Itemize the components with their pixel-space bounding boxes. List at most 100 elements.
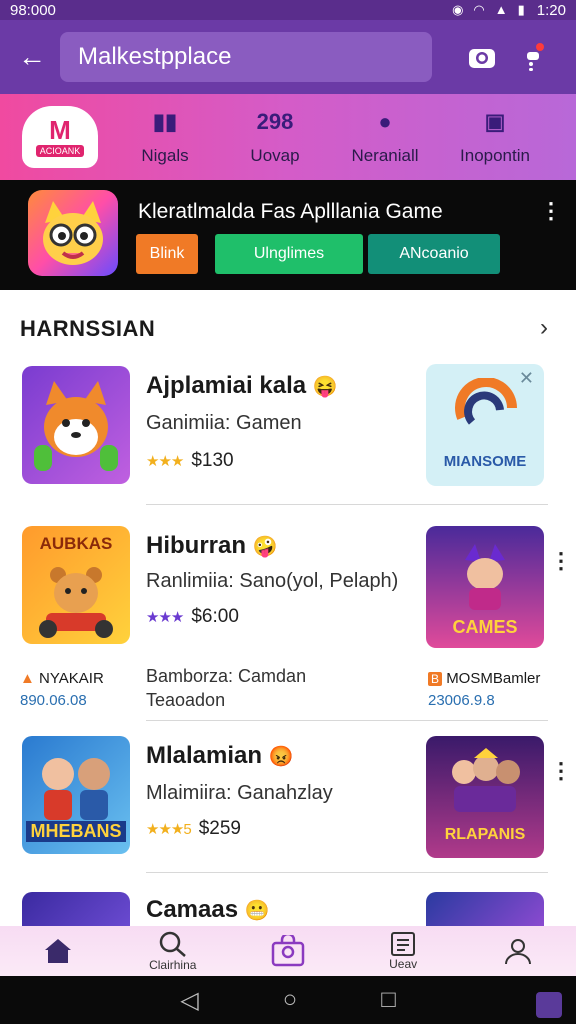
app-thumbnail[interactable]: [22, 892, 130, 926]
promo-button-ancoanio[interactable]: ANcoanio: [368, 234, 500, 274]
app-subtitle: Ganimiia: Gamen: [146, 412, 302, 434]
app-price: $259: [198, 818, 241, 839]
app-switcher-icon[interactable]: [536, 992, 562, 1018]
nav-search[interactable]: Clairhina: [115, 930, 230, 972]
right-card-price: 23006.9.8: [428, 692, 495, 709]
category-label: Nigals: [141, 146, 189, 165]
thumb-title: MHEBANS: [26, 821, 126, 842]
section-more-button[interactable]: ›: [540, 314, 548, 342]
game-card[interactable]: CAMES: [426, 526, 544, 648]
recents-square-icon[interactable]: □: [381, 986, 396, 1014]
category-label: Inopontin: [460, 146, 530, 165]
ad-logo-icon: [455, 378, 517, 425]
status-icons: ◉ ◠ ▲ ▮: [452, 2, 525, 18]
app-meta: ★★★ $6:00: [146, 606, 239, 628]
bottom-nav: Clairhina Ueav: [0, 926, 576, 976]
row-subtitle: Bamborza: Camdan: [146, 666, 307, 686]
promo-button-ulnglimes[interactable]: Ulnglimes: [215, 234, 363, 274]
nav-label: Clairhina: [149, 958, 197, 972]
search-icon: [159, 931, 186, 957]
app-subtitle: Mlaimiira: Ganahzlay: [146, 782, 333, 804]
bear-character-icon: [39, 567, 113, 638]
number-icon: 298: [256, 109, 294, 134]
nav-list[interactable]: Ueav: [346, 931, 461, 971]
category-label: Uovap: [250, 146, 300, 165]
nigals-icon: ▮▮: [152, 109, 178, 134]
camera-button[interactable]: [466, 41, 498, 73]
app-thumbnail[interactable]: [22, 366, 130, 484]
left-card-price: 890.06.08: [20, 692, 87, 709]
cat-character-icon: [43, 201, 103, 265]
more-options-button[interactable]: ⋮: [550, 548, 572, 574]
status-time-right: 1:20: [536, 1, 566, 19]
brand-logo-sub: ACIOANK: [35, 145, 85, 157]
app-name[interactable]: Ajplamiai kala 😝: [146, 372, 338, 400]
rating-stars: ★★★: [146, 609, 184, 626]
warning-icon: ▲: [20, 670, 35, 687]
sync-icon: ◉: [452, 2, 464, 17]
category-strip: M ACIOANK ▮▮ Nigals 298 Uovap ● Neranial…: [0, 94, 576, 180]
category-item-nigals[interactable]: ▮▮ Nigals: [110, 108, 220, 166]
app-emoji-icon: 😬: [244, 900, 270, 922]
status-time-left: 98:000: [10, 1, 56, 19]
status-bar: 98:000 ◉ ◠ ▲ ▮ 1:20: [0, 0, 576, 20]
app-name[interactable]: Camaas 😬: [146, 896, 270, 924]
list-icon: [391, 932, 416, 956]
system-nav: ◁ ○ □: [0, 976, 576, 1024]
wifi-icon: ◠: [473, 2, 485, 17]
category-item-inopontin[interactable]: ▣ Inopontin: [440, 108, 550, 166]
ad-card[interactable]: ✕ MIANSOME: [426, 364, 544, 486]
promo-menu-button[interactable]: ⋮: [540, 198, 562, 224]
app-bar: ← Malkestpplace: [0, 20, 576, 94]
app-name[interactable]: Mlalamian 😡: [146, 742, 294, 770]
bag-icon: [271, 935, 305, 967]
fox-character-icon: [34, 381, 118, 471]
right-card-label: B MOSMBamler: [428, 670, 540, 687]
promo-game-icon[interactable]: [28, 190, 118, 276]
app-meta: ★★★ $130: [146, 450, 234, 472]
divider: [146, 504, 548, 505]
divider: [146, 872, 548, 873]
camera-icon: [469, 49, 495, 68]
left-card-label: ▲ NYAKAIR: [20, 670, 104, 687]
home-icon: [44, 939, 71, 963]
signal-icon: ▲: [494, 2, 508, 17]
nav-profile[interactable]: [461, 937, 576, 965]
ad-text: MIANSOME: [443, 453, 527, 470]
nav-store[interactable]: [230, 935, 345, 967]
divider: [146, 720, 548, 721]
back-arrow-icon: ←: [18, 41, 46, 72]
section-title: HARNSSIAN: [20, 316, 156, 341]
category-item-neraniall[interactable]: ● Neraniall: [330, 108, 440, 166]
rating-stars: ★★★5: [146, 821, 192, 838]
promo-banner: Kleratlmalda Fas Aplllania Game ⋮ Blink …: [0, 180, 576, 290]
app-thumbnail[interactable]: AUBKAS: [22, 526, 130, 644]
game-card[interactable]: [426, 892, 544, 926]
app-emoji-icon: 🤪: [252, 536, 278, 558]
row-subtitle-2: Teaoadon: [146, 690, 226, 710]
app-price: $6:00: [191, 606, 239, 627]
thumb-title: AUBKAS: [39, 534, 113, 553]
notification-button[interactable]: [520, 41, 552, 73]
badge-icon: B: [428, 672, 443, 686]
category-item-uovap[interactable]: 298 Uovap: [220, 108, 330, 166]
app-name[interactable]: Hiburran 🤪: [146, 532, 278, 560]
app-thumbnail[interactable]: MHEBANS: [22, 736, 130, 854]
promo-button-blink[interactable]: Blink: [136, 234, 198, 274]
home-circle-icon[interactable]: ○: [283, 986, 298, 1014]
game-card[interactable]: RLAPANIS: [426, 736, 544, 858]
briefcase-icon: ▣: [484, 109, 506, 134]
rating-stars: ★★★: [146, 453, 184, 470]
profile-icon: [505, 939, 532, 965]
app-subtitle: Ranlimiia: Sano(yol, Pelaph): [146, 570, 399, 592]
more-options-button[interactable]: ⋮: [550, 758, 572, 784]
app-price: $130: [191, 450, 234, 471]
back-triangle-icon[interactable]: ◁: [180, 986, 198, 1015]
app-emoji-icon: 😡: [268, 746, 294, 768]
brand-logo-mark: M: [49, 115, 71, 145]
search-input[interactable]: Malkestpplace: [60, 32, 432, 82]
nav-home[interactable]: [0, 938, 115, 964]
brand-logo[interactable]: M ACIOANK: [22, 106, 98, 168]
category-label: Neraniall: [351, 146, 419, 165]
back-button[interactable]: ←: [4, 29, 60, 85]
